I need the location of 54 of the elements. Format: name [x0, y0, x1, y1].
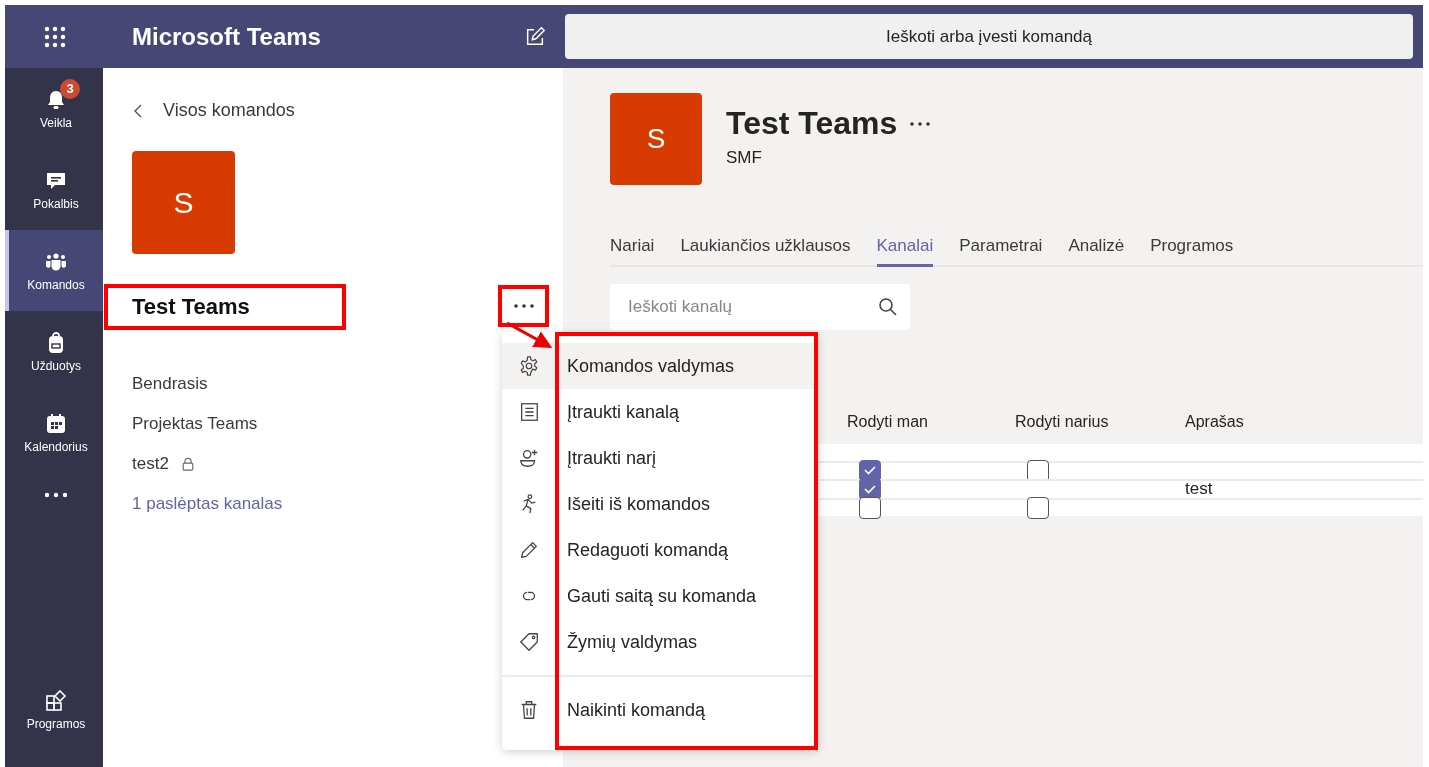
menu-item[interactable]: Išeiti iš komandos — [559, 481, 814, 527]
team-title: Test Teams — [726, 105, 898, 142]
channel-item[interactable]: Projektas Teams — [132, 413, 258, 434]
compose-icon — [524, 25, 546, 48]
back-link[interactable]: Visos komandos — [163, 100, 295, 121]
column-header: Rodyti man — [847, 413, 928, 431]
menu-item[interactable]: Žymių valdymas — [559, 619, 814, 665]
checkmark-icon — [864, 466, 876, 476]
more-options-icon — [909, 119, 932, 128]
column-header: Rodyti narius — [1015, 413, 1109, 431]
tag-icon — [517, 631, 540, 653]
rail-button[interactable]: Programos — [5, 677, 103, 767]
menu-item[interactable]: Redaguoti komandą — [559, 527, 814, 573]
tab[interactable]: Nariai — [610, 232, 655, 267]
hidden-channels-link[interactable]: 1 paslėptas kanalas — [132, 493, 283, 514]
tab[interactable]: Parametrai — [959, 232, 1043, 267]
app-grid-icon — [44, 25, 66, 48]
table-cell: test — [1185, 479, 1213, 500]
notification-badge: 3 — [60, 78, 80, 99]
tab[interactable]: Kanalai — [876, 232, 934, 267]
back-icon — [132, 102, 144, 119]
lock-icon — [180, 455, 195, 472]
checkbox[interactable] — [1027, 496, 1049, 519]
person-add-icon — [517, 447, 540, 469]
apps-icon — [44, 689, 68, 713]
channel-item[interactable]: test2 — [132, 453, 169, 474]
tab[interactable]: Analizė — [1068, 232, 1125, 267]
team-avatar: S — [132, 151, 235, 254]
team-name: Test Teams — [132, 294, 250, 320]
more-icon — [44, 492, 68, 498]
checkmark-icon — [864, 484, 876, 494]
search-field[interactable]: Ieškoti arba įvesti komandą — [565, 14, 1413, 59]
menu-item[interactable]: Įtraukti narį — [559, 435, 814, 481]
menu-item[interactable]: Įtraukti kanalą — [559, 389, 814, 435]
menu-item[interactable]: Gauti saitą su komanda — [559, 573, 814, 619]
checkbox[interactable] — [859, 496, 881, 519]
rail-button[interactable]: 3 Veikla — [5, 68, 103, 149]
tab[interactable]: Laukiančios užklausos — [680, 232, 851, 267]
search-field[interactable]: Ieškoti kanalų — [610, 284, 910, 330]
rail-button[interactable]: Komandos — [5, 230, 103, 311]
channel-item[interactable]: Bendrasis — [132, 373, 208, 394]
rail-button[interactable]: Kalendorius — [5, 392, 103, 473]
column-header: Aprašas — [1185, 413, 1244, 431]
tab[interactable]: Programos — [1150, 232, 1234, 267]
search-icon — [878, 297, 898, 317]
team-subtitle: SMF — [726, 148, 763, 168]
menu-item[interactable]: Komandos valdymas — [559, 343, 814, 389]
rail-button[interactable]: Užduotys — [5, 311, 103, 392]
app-title: Microsoft Teams — [132, 22, 322, 51]
calendar-icon — [44, 411, 68, 436]
more-options-icon — [512, 302, 535, 310]
team-avatar: S — [610, 93, 702, 185]
rail-button[interactable]: Pokalbis — [5, 149, 103, 230]
menu-item[interactable]: Naikinti komandą — [559, 687, 814, 733]
